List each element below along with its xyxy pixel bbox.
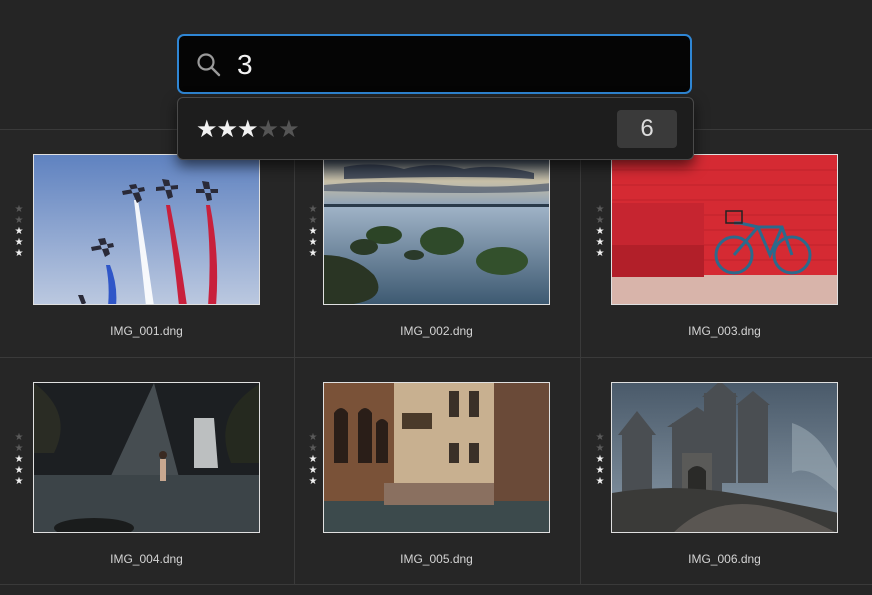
star-empty-icon: ★ xyxy=(257,115,279,143)
photo-cell[interactable]: ★ ★ ★ ★ ★ IMG_004.dng xyxy=(0,358,290,585)
photo-filename: IMG_001.dng xyxy=(110,324,183,338)
star-empty-icon[interactable]: ★ xyxy=(309,204,318,215)
star-filled-icon: ★ xyxy=(237,115,258,143)
photo-cell[interactable]: ★ ★ ★ ★ ★ IMG_001.dng xyxy=(0,130,290,357)
star-filled-icon[interactable]: ★ xyxy=(309,237,318,248)
search-icon xyxy=(197,53,221,77)
photo-thumbnail[interactable] xyxy=(323,382,550,533)
search-suggestions-dropdown: ★★★★★ 6 xyxy=(177,97,694,160)
star-filled-icon[interactable]: ★ xyxy=(15,476,24,487)
star-empty-icon[interactable]: ★ xyxy=(596,443,605,454)
match-count-badge: 6 xyxy=(617,110,677,148)
star-empty-icon[interactable]: ★ xyxy=(15,432,24,443)
star-rating[interactable]: ★ ★ ★ ★ ★ xyxy=(13,204,25,259)
photo-cell[interactable]: ★ ★ ★ ★ ★ IMG_002.dng xyxy=(294,130,584,357)
star-filled-icon[interactable]: ★ xyxy=(596,226,605,237)
star-filled-icon[interactable]: ★ xyxy=(596,454,605,465)
rating-search-box[interactable] xyxy=(177,34,692,94)
star-filled-icon[interactable]: ★ xyxy=(596,465,605,476)
photo-thumbnail[interactable] xyxy=(611,154,838,305)
photo-cell[interactable]: ★ ★ ★ ★ ★ IMG_003.dng xyxy=(581,130,871,357)
star-filled-icon[interactable]: ★ xyxy=(309,454,318,465)
star-filled-icon[interactable]: ★ xyxy=(15,237,24,248)
search-input[interactable] xyxy=(237,46,667,84)
star-empty-icon: ★ xyxy=(278,115,299,143)
star-filled-icon[interactable]: ★ xyxy=(596,237,605,248)
star-empty-icon[interactable]: ★ xyxy=(15,443,24,454)
star-filled-icon[interactable]: ★ xyxy=(15,465,24,476)
star-rating-filter: ★★★★★ xyxy=(196,115,300,143)
photo-thumbnail[interactable] xyxy=(323,154,550,305)
photo-thumbnail[interactable] xyxy=(33,382,260,533)
photo-filename: IMG_002.dng xyxy=(400,324,473,338)
star-filled-icon[interactable]: ★ xyxy=(309,465,318,476)
star-empty-icon[interactable]: ★ xyxy=(15,215,24,226)
star-rating[interactable]: ★ ★ ★ ★ ★ xyxy=(307,432,319,487)
star-empty-icon[interactable]: ★ xyxy=(596,432,605,443)
star-rating[interactable]: ★ ★ ★ ★ ★ xyxy=(594,432,606,487)
star-filled-icon[interactable]: ★ xyxy=(15,454,24,465)
star-filled-icon[interactable]: ★ xyxy=(596,248,605,259)
photo-cell[interactable]: ★ ★ ★ ★ ★ IMG_006.dng xyxy=(581,358,871,585)
star-empty-icon[interactable]: ★ xyxy=(309,432,318,443)
star-empty-icon[interactable]: ★ xyxy=(309,215,318,226)
photo-filename: IMG_004.dng xyxy=(110,552,183,566)
star-filled-icon: ★ xyxy=(196,115,217,143)
photo-thumbnail[interactable] xyxy=(33,154,260,305)
star-filled-icon[interactable]: ★ xyxy=(309,248,318,259)
star-filled-icon: ★ xyxy=(216,115,238,143)
star-filled-icon[interactable]: ★ xyxy=(15,248,24,259)
star-filled-icon[interactable]: ★ xyxy=(596,476,605,487)
star-filled-icon[interactable]: ★ xyxy=(309,226,318,237)
star-empty-icon[interactable]: ★ xyxy=(309,443,318,454)
star-rating[interactable]: ★ ★ ★ ★ ★ xyxy=(13,432,25,487)
star-empty-icon[interactable]: ★ xyxy=(596,204,605,215)
star-filled-icon[interactable]: ★ xyxy=(15,226,24,237)
photo-thumbnail[interactable] xyxy=(611,382,838,533)
star-filled-icon[interactable]: ★ xyxy=(309,476,318,487)
star-rating[interactable]: ★ ★ ★ ★ ★ xyxy=(594,204,606,259)
suggestion-three-stars[interactable]: ★★★★★ 6 xyxy=(186,106,685,152)
photo-filename: IMG_006.dng xyxy=(688,552,761,566)
star-empty-icon[interactable]: ★ xyxy=(596,215,605,226)
photo-filename: IMG_003.dng xyxy=(688,324,761,338)
photo-grid: ★ ★ ★ ★ ★ IMG_001.dng ★ ★ ★ ★ ★ IMG_002.… xyxy=(0,130,872,595)
star-rating[interactable]: ★ ★ ★ ★ ★ xyxy=(307,204,319,259)
star-empty-icon[interactable]: ★ xyxy=(15,204,24,215)
photo-filename: IMG_005.dng xyxy=(400,552,473,566)
photo-cell[interactable]: ★ ★ ★ ★ ★ IMG_005.dng xyxy=(294,358,584,585)
